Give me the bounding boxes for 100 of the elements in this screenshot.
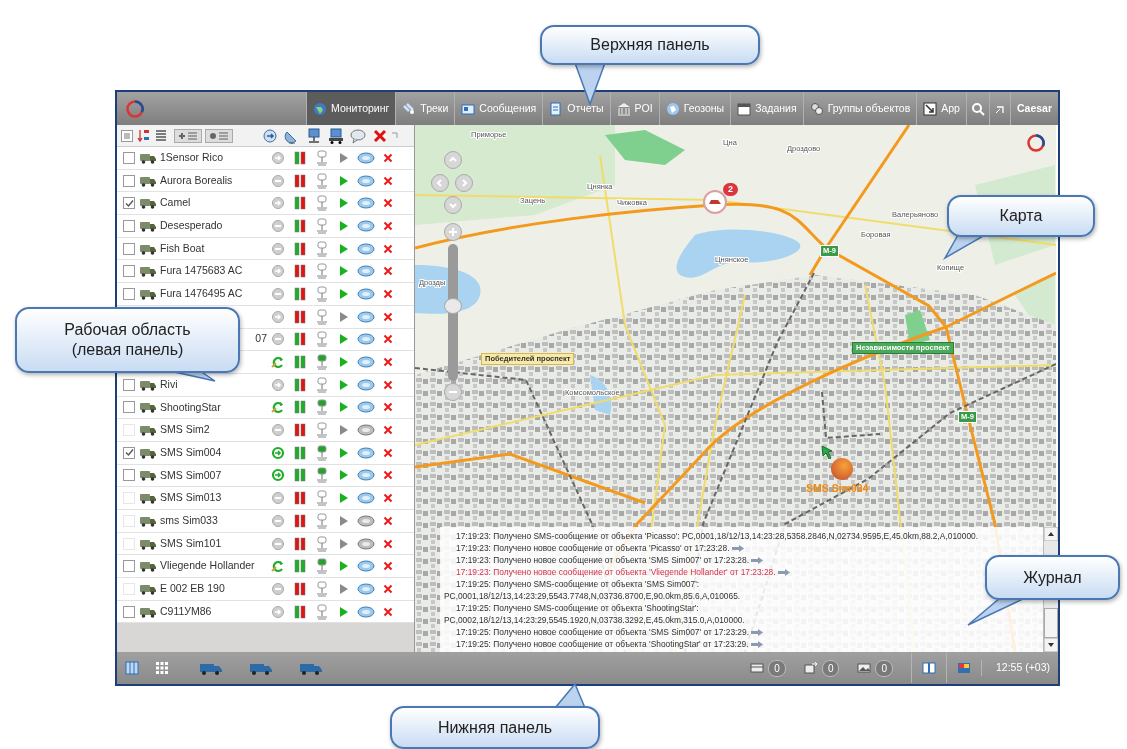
caret-up-icon[interactable] bbox=[1044, 527, 1058, 541]
monitor-icon[interactable] bbox=[315, 558, 329, 575]
monitor-icon[interactable] bbox=[315, 149, 329, 166]
checkbox[interactable] bbox=[123, 242, 135, 255]
speech-bubble-icon[interactable] bbox=[350, 127, 366, 144]
x-icon[interactable] bbox=[383, 447, 393, 458]
x-icon[interactable] bbox=[383, 175, 393, 186]
object-name[interactable]: Fish Boat bbox=[160, 241, 205, 254]
bars-icon[interactable] bbox=[294, 196, 306, 211]
x-icon[interactable] bbox=[383, 583, 393, 594]
play-icon[interactable] bbox=[339, 446, 349, 459]
speech-bubble-icon[interactable] bbox=[357, 356, 375, 369]
bars-icon[interactable] bbox=[294, 377, 306, 392]
bars-icon[interactable] bbox=[294, 604, 306, 619]
refresh-icon[interactable] bbox=[271, 559, 285, 574]
monitor-icon[interactable] bbox=[315, 354, 329, 371]
checkbox[interactable] bbox=[123, 446, 135, 459]
speech-bubble-icon[interactable] bbox=[357, 197, 375, 210]
arrow-icon[interactable] bbox=[777, 569, 790, 577]
checkbox[interactable] bbox=[123, 151, 135, 164]
x-icon[interactable] bbox=[383, 243, 393, 254]
monitor-icon[interactable] bbox=[315, 240, 329, 257]
object-name[interactable]: Fura 1475683 AC bbox=[160, 264, 243, 277]
speech-bubble-icon[interactable] bbox=[357, 333, 375, 346]
minus-circle-icon[interactable] bbox=[271, 173, 285, 188]
play-icon[interactable] bbox=[339, 333, 349, 346]
arrow-circle-icon[interactable] bbox=[271, 264, 285, 279]
refresh-icon[interactable] bbox=[271, 355, 285, 370]
checkbox[interactable] bbox=[123, 469, 135, 482]
bars-icon[interactable] bbox=[294, 355, 306, 370]
minus-circle-icon[interactable] bbox=[271, 218, 285, 233]
bars-icon[interactable] bbox=[294, 559, 306, 574]
columns-icon[interactable] bbox=[125, 661, 139, 675]
arrow-icon[interactable] bbox=[750, 641, 763, 649]
play-icon[interactable] bbox=[339, 378, 349, 391]
minus-circle-icon[interactable] bbox=[271, 286, 285, 301]
object-name[interactable]: SMS Sim007 bbox=[160, 468, 222, 481]
image-icon[interactable] bbox=[857, 661, 872, 675]
arrow-circle-icon[interactable] bbox=[271, 445, 285, 460]
nav-tab[interactable]: Мониторинг bbox=[306, 92, 396, 125]
object-name[interactable]: 1Sensor Rico bbox=[160, 150, 224, 163]
object-name[interactable]: Vliegende Hollander bbox=[160, 559, 255, 572]
play-icon[interactable] bbox=[339, 605, 349, 618]
x-icon[interactable] bbox=[372, 127, 388, 144]
speech-bubble-icon[interactable] bbox=[357, 151, 375, 164]
arrow-circle-icon[interactable] bbox=[271, 604, 285, 619]
monitor-icon[interactable] bbox=[315, 467, 329, 484]
checkbox[interactable] bbox=[123, 265, 135, 278]
play-icon[interactable] bbox=[339, 560, 349, 573]
speech-bubble-icon[interactable] bbox=[357, 310, 375, 323]
play-icon[interactable] bbox=[339, 219, 349, 232]
select-all-icon[interactable] bbox=[121, 130, 133, 143]
flag-icon[interactable] bbox=[957, 661, 971, 675]
play-icon[interactable] bbox=[339, 265, 349, 278]
object-name[interactable]: SMS Sim004 bbox=[160, 445, 222, 458]
speech-bubble-icon[interactable] bbox=[357, 242, 375, 255]
speech-bubble-icon[interactable] bbox=[357, 401, 375, 414]
checkbox[interactable] bbox=[123, 219, 135, 232]
x-icon[interactable] bbox=[383, 220, 393, 231]
object-name[interactable]: Aurora Borealis bbox=[160, 173, 233, 186]
arrow-icon[interactable] bbox=[751, 557, 764, 565]
bars-icon[interactable] bbox=[294, 218, 306, 233]
object-name[interactable]: Desesperado bbox=[160, 219, 223, 232]
monitor-icon[interactable] bbox=[315, 217, 329, 234]
speech-bubble-icon[interactable] bbox=[357, 378, 375, 391]
bars-icon[interactable] bbox=[294, 445, 306, 460]
arrow-icon[interactable] bbox=[751, 629, 764, 637]
bars-icon[interactable] bbox=[294, 241, 306, 256]
speech-bubble-icon[interactable] bbox=[357, 605, 375, 618]
locate-icon[interactable] bbox=[262, 127, 278, 144]
speech-bubble-icon[interactable] bbox=[357, 265, 375, 278]
speech-bubble-icon[interactable] bbox=[357, 469, 375, 482]
checkbox[interactable] bbox=[123, 560, 135, 573]
monitor-icon[interactable] bbox=[315, 603, 329, 620]
play-icon[interactable] bbox=[339, 242, 349, 255]
monitor-icon[interactable] bbox=[315, 285, 329, 302]
play-icon[interactable] bbox=[339, 174, 349, 187]
bars-icon[interactable] bbox=[294, 150, 306, 165]
bars-icon[interactable] bbox=[294, 400, 306, 415]
arrow-circle-icon[interactable] bbox=[271, 309, 285, 324]
play-icon[interactable] bbox=[339, 151, 349, 164]
list-icon[interactable] bbox=[155, 129, 167, 144]
bars-icon[interactable] bbox=[294, 309, 306, 324]
x-icon[interactable] bbox=[383, 538, 393, 549]
add-to-list-button[interactable] bbox=[174, 128, 202, 143]
x-icon[interactable] bbox=[383, 402, 393, 413]
checkbox[interactable] bbox=[123, 378, 135, 391]
play-icon[interactable] bbox=[339, 287, 349, 300]
x-icon[interactable] bbox=[383, 470, 393, 481]
vehicle-monitor-icon[interactable] bbox=[328, 127, 344, 144]
monitor-icon[interactable] bbox=[315, 308, 329, 325]
x-icon[interactable] bbox=[383, 334, 393, 345]
card-icon[interactable] bbox=[750, 661, 765, 675]
bars-icon[interactable] bbox=[294, 264, 306, 279]
object-name[interactable]: Rivi bbox=[160, 377, 178, 390]
play-icon[interactable] bbox=[339, 469, 349, 482]
arrow-circle-icon[interactable] bbox=[271, 468, 285, 483]
monitor-icon[interactable] bbox=[315, 331, 329, 348]
minus-circle-icon[interactable] bbox=[271, 332, 285, 347]
x-icon[interactable] bbox=[383, 266, 393, 277]
